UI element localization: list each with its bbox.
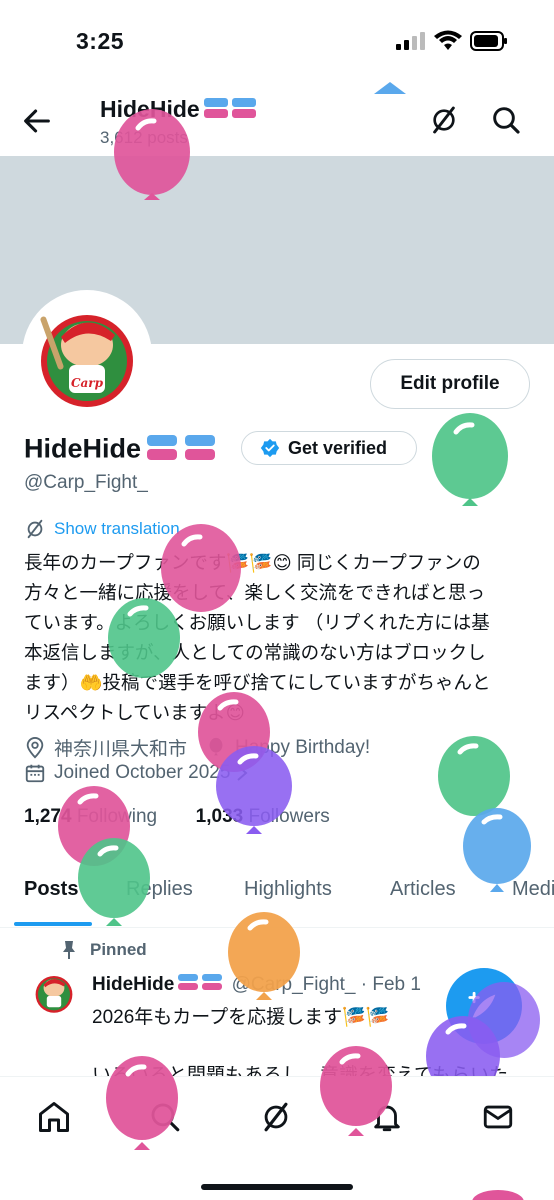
profile-name: HideHide [24, 430, 221, 471]
grok-icon [264, 1102, 288, 1132]
carp-mascot-avatar [30, 968, 78, 1016]
carp-mascot-avatar: Carp [27, 295, 147, 415]
search-icon [493, 107, 520, 134]
search-button[interactable] [490, 104, 524, 138]
grok-icon [27, 519, 43, 539]
tab-posts[interactable]: Posts [24, 878, 78, 901]
wifi-icon [434, 30, 462, 50]
mail-icon [483, 1105, 513, 1129]
tab-articles[interactable]: Articles [390, 878, 456, 901]
balloon-decoration [106, 1056, 178, 1150]
koinobori-emoji [202, 94, 260, 128]
balloon-decoration [374, 82, 406, 94]
grok-button[interactable] [428, 104, 462, 138]
battery-icon [470, 31, 507, 51]
svg-text:Carp: Carp [71, 376, 104, 390]
location-pin-icon [26, 736, 44, 758]
arrow-left-icon [24, 109, 50, 133]
post-author-avatar[interactable] [30, 968, 78, 1016]
koinobori-emoji [143, 430, 221, 471]
pin-icon [63, 941, 75, 959]
balloon-decoration [216, 746, 292, 834]
status-bar: 3:25 [0, 0, 554, 80]
bottom-navigation [0, 1076, 554, 1200]
bio-line: ています。よろしくお願いします （リプくれた方には基 [24, 612, 490, 633]
show-translation-link[interactable]: Show translation [24, 518, 180, 540]
nav-messages[interactable] [478, 1097, 518, 1137]
status-time: 3:25 [76, 28, 125, 54]
post-text: 2026年もカープを応援します🎏🎏 [92, 1007, 390, 1028]
tab-highlights[interactable]: Highlights [244, 878, 332, 901]
verified-badge-icon [260, 438, 280, 458]
get-verified-button[interactable]: Get verified [241, 431, 417, 465]
edit-profile-button[interactable]: Edit profile [370, 359, 530, 409]
bio-line: リスペクトしていますよ😊 [24, 702, 245, 723]
balloon-decoration [463, 808, 531, 892]
balloon-decoration [108, 598, 180, 678]
balloon-decoration [78, 838, 150, 926]
balloon-decoration [228, 912, 300, 1000]
balloon-decoration [472, 1190, 524, 1200]
calendar-icon [25, 764, 45, 783]
profile-handle: @Carp_Fight_ [24, 472, 148, 493]
bio-line: ます）🤲投稿で選手を呼び捨てにしていますがちゃんと [24, 672, 491, 693]
nav-home[interactable] [34, 1097, 74, 1137]
bio-line: 長年のカープファンです🎏🎏😊 同じくカープファンの [24, 552, 481, 573]
nav-grok[interactable] [256, 1097, 296, 1137]
bio-line: 本返信しますが、人としての常識のない方はブロックし [24, 642, 486, 663]
profile-bio: 長年のカープファンです🎏🎏😊 同じくカープファンの 方々と一緒に応援をして、楽し… [24, 548, 534, 728]
profile-header-bar: HideHide 3,612 posts [0, 84, 554, 156]
balloon-decoration [432, 413, 508, 506]
home-indicator [201, 1184, 353, 1190]
pinned-label: Pinned [60, 940, 147, 960]
balloon-decoration [320, 1046, 392, 1136]
post-author-name[interactable]: HideHide [92, 974, 174, 995]
back-button[interactable] [20, 104, 54, 138]
home-icon [39, 1102, 69, 1132]
koinobori-emoji [176, 971, 226, 999]
bio-line: 方々と一緒に応援をして、楽しく交流をできればと思っ [24, 582, 486, 603]
profile-avatar[interactable]: Carp [22, 290, 152, 420]
balloon-decoration [114, 109, 190, 200]
grok-icon [433, 106, 455, 134]
signal-icon [396, 32, 425, 50]
profile-location: 神奈川県大和市 [54, 739, 188, 760]
